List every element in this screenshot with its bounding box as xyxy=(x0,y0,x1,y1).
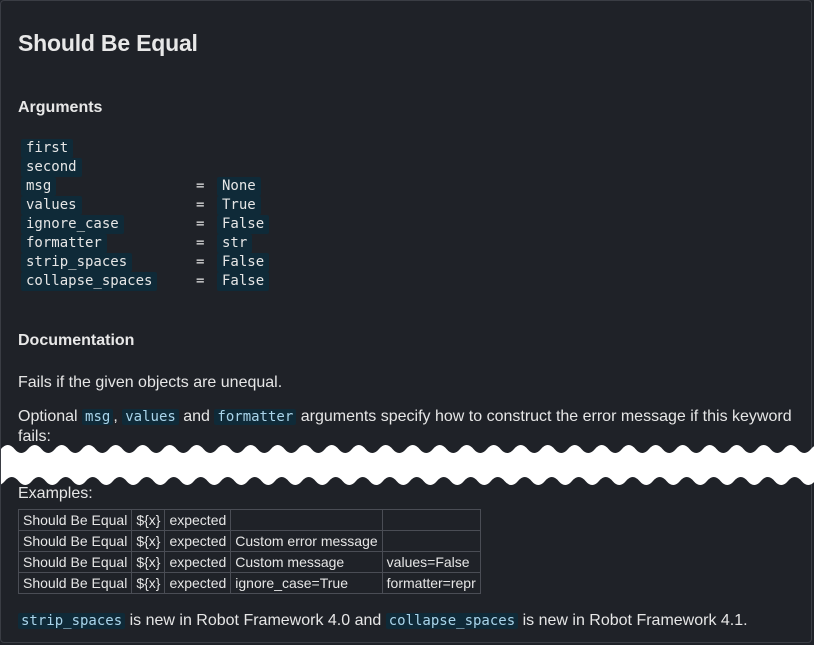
table-cell: formatter=repr xyxy=(381,572,481,594)
table-cell: Custom message xyxy=(230,551,383,573)
text: , xyxy=(113,408,123,425)
keyword-doc-panel: Should Be Equal Arguments first second m… xyxy=(0,0,814,643)
argument-equals: = xyxy=(196,216,205,232)
argument-equals: = xyxy=(196,254,205,270)
arguments-heading: Arguments xyxy=(18,99,103,116)
doc-footer: strip_spaces is new in Robot Framework 4… xyxy=(18,611,798,631)
table-row: Should Be Equal ${x} expected xyxy=(17,509,481,531)
examples-label: Examples: xyxy=(18,485,93,502)
argument-default: True xyxy=(217,196,261,215)
table-cell: expected xyxy=(164,551,232,573)
table-cell xyxy=(230,509,383,531)
argument-name: strip_spaces xyxy=(21,253,133,272)
argument-default: False xyxy=(217,253,270,272)
table-cell: expected xyxy=(164,509,232,531)
table-cell: ${x} xyxy=(131,551,166,573)
argument-name: collapse_spaces xyxy=(21,272,158,291)
argument-equals: = xyxy=(196,197,205,213)
table-cell: ignore_case=True xyxy=(230,572,383,594)
table-cell: ${x} xyxy=(131,572,166,594)
table-row: Should Be Equal ${x} expected Custom mes… xyxy=(17,551,481,573)
argument-default: None xyxy=(217,177,261,196)
text: is new in Robot Framework 4.1. xyxy=(518,612,748,629)
argument-name: first xyxy=(21,139,74,158)
argument-equals: = xyxy=(196,273,205,289)
table-cell: expected xyxy=(164,572,232,594)
table-cell: ${x} xyxy=(131,509,166,531)
table-cell xyxy=(381,509,481,531)
text: and xyxy=(178,408,215,425)
argument-name: second xyxy=(21,158,82,177)
inline-code: values xyxy=(122,409,179,425)
argument-equals: = xyxy=(196,235,205,251)
examples-table: Should Be Equal ${x} expected Should Be … xyxy=(17,509,481,594)
argument-name: values xyxy=(21,196,82,215)
table-row: Should Be Equal ${x} expected ignore_cas… xyxy=(17,572,481,594)
table-cell: Custom error message xyxy=(230,530,383,552)
argument-equals: = xyxy=(196,178,205,194)
argument-name: formatter xyxy=(21,234,107,253)
inline-code: formatter xyxy=(214,409,297,425)
inline-code: collapse_spaces xyxy=(385,613,519,629)
argument-default: False xyxy=(217,215,270,234)
table-cell: Should Be Equal xyxy=(17,509,133,531)
doc-paragraph: Fails if the given objects are unequal. xyxy=(18,374,283,391)
table-cell: Should Be Equal xyxy=(17,530,133,552)
table-cell: Should Be Equal xyxy=(17,572,133,594)
argument-name: ignore_case xyxy=(21,215,124,234)
table-cell: values=False xyxy=(381,551,481,573)
table-cell: Should Be Equal xyxy=(17,551,133,573)
text: is new in Robot Framework 4.0 and xyxy=(125,612,386,629)
argument-name: msg xyxy=(21,177,57,196)
argument-default: str xyxy=(217,234,253,253)
inline-code: strip_spaces xyxy=(18,613,126,629)
text: Optional xyxy=(18,408,83,425)
keyword-title: Should Be Equal xyxy=(18,30,198,56)
inline-code: msg xyxy=(82,409,114,425)
table-cell: expected xyxy=(164,530,232,552)
table-row: Should Be Equal ${x} expected Custom err… xyxy=(17,530,481,552)
table-cell xyxy=(381,530,481,552)
documentation-heading: Documentation xyxy=(18,332,135,349)
argument-default: False xyxy=(217,272,270,291)
table-cell: ${x} xyxy=(131,530,166,552)
